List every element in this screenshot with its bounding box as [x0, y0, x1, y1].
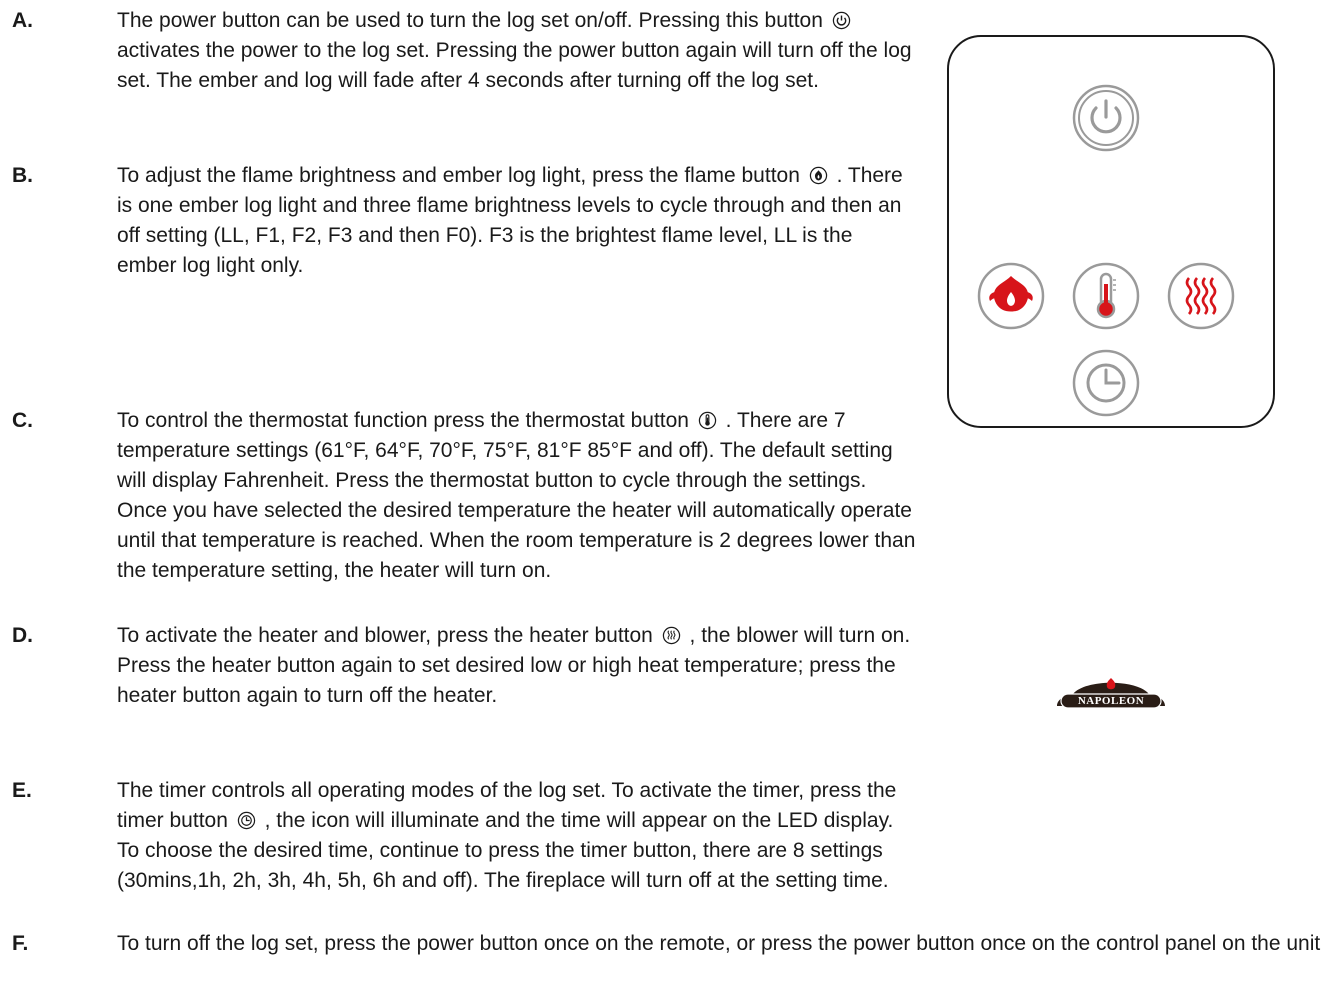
instruction-letter: F.	[12, 932, 29, 955]
instruction-letter: B.	[12, 164, 33, 187]
instruction-text: To activate the heater and blower, press…	[117, 624, 911, 707]
timer-icon	[1072, 349, 1140, 417]
instruction-text: The timer controls all operating modes o…	[117, 779, 897, 892]
power-icon	[1072, 84, 1140, 152]
instruction-text: To turn off the log set, press the power…	[117, 932, 1322, 955]
napoleon-logo: NAPOLEON	[1053, 670, 1169, 710]
instruction-letter: A.	[12, 9, 33, 32]
instruction-e: E. The timer controls all operating mode…	[12, 776, 917, 896]
flame-icon	[977, 262, 1045, 330]
remote-control-illustration	[947, 35, 1275, 428]
thermometer-icon	[698, 411, 717, 430]
instruction-a: A. The power button can be used to turn …	[12, 6, 917, 96]
timer-icon	[237, 811, 255, 830]
heat-waves-icon	[1167, 262, 1235, 330]
thermometer-icon	[1072, 262, 1140, 330]
instruction-d: D. To activate the heater and blower, pr…	[12, 621, 917, 711]
logo-text: NAPOLEON	[1077, 695, 1145, 707]
instruction-text: To adjust the flame brightness and ember…	[117, 164, 903, 277]
instruction-letter: E.	[12, 779, 32, 802]
instruction-text: The power button can be used to turn the…	[117, 9, 912, 92]
instruction-c: C. To control the thermostat function pr…	[12, 406, 917, 586]
power-icon	[832, 11, 850, 30]
instruction-text: To control the thermostat function press…	[117, 409, 916, 582]
heat-waves-icon	[662, 626, 680, 645]
flame-icon	[809, 166, 827, 185]
instruction-f: F. To turn off the log set, press the po…	[12, 929, 1322, 959]
instruction-letter: C.	[12, 409, 33, 432]
instruction-b: B. To adjust the flame brightness and em…	[12, 161, 917, 281]
instruction-letter: D.	[12, 624, 33, 647]
